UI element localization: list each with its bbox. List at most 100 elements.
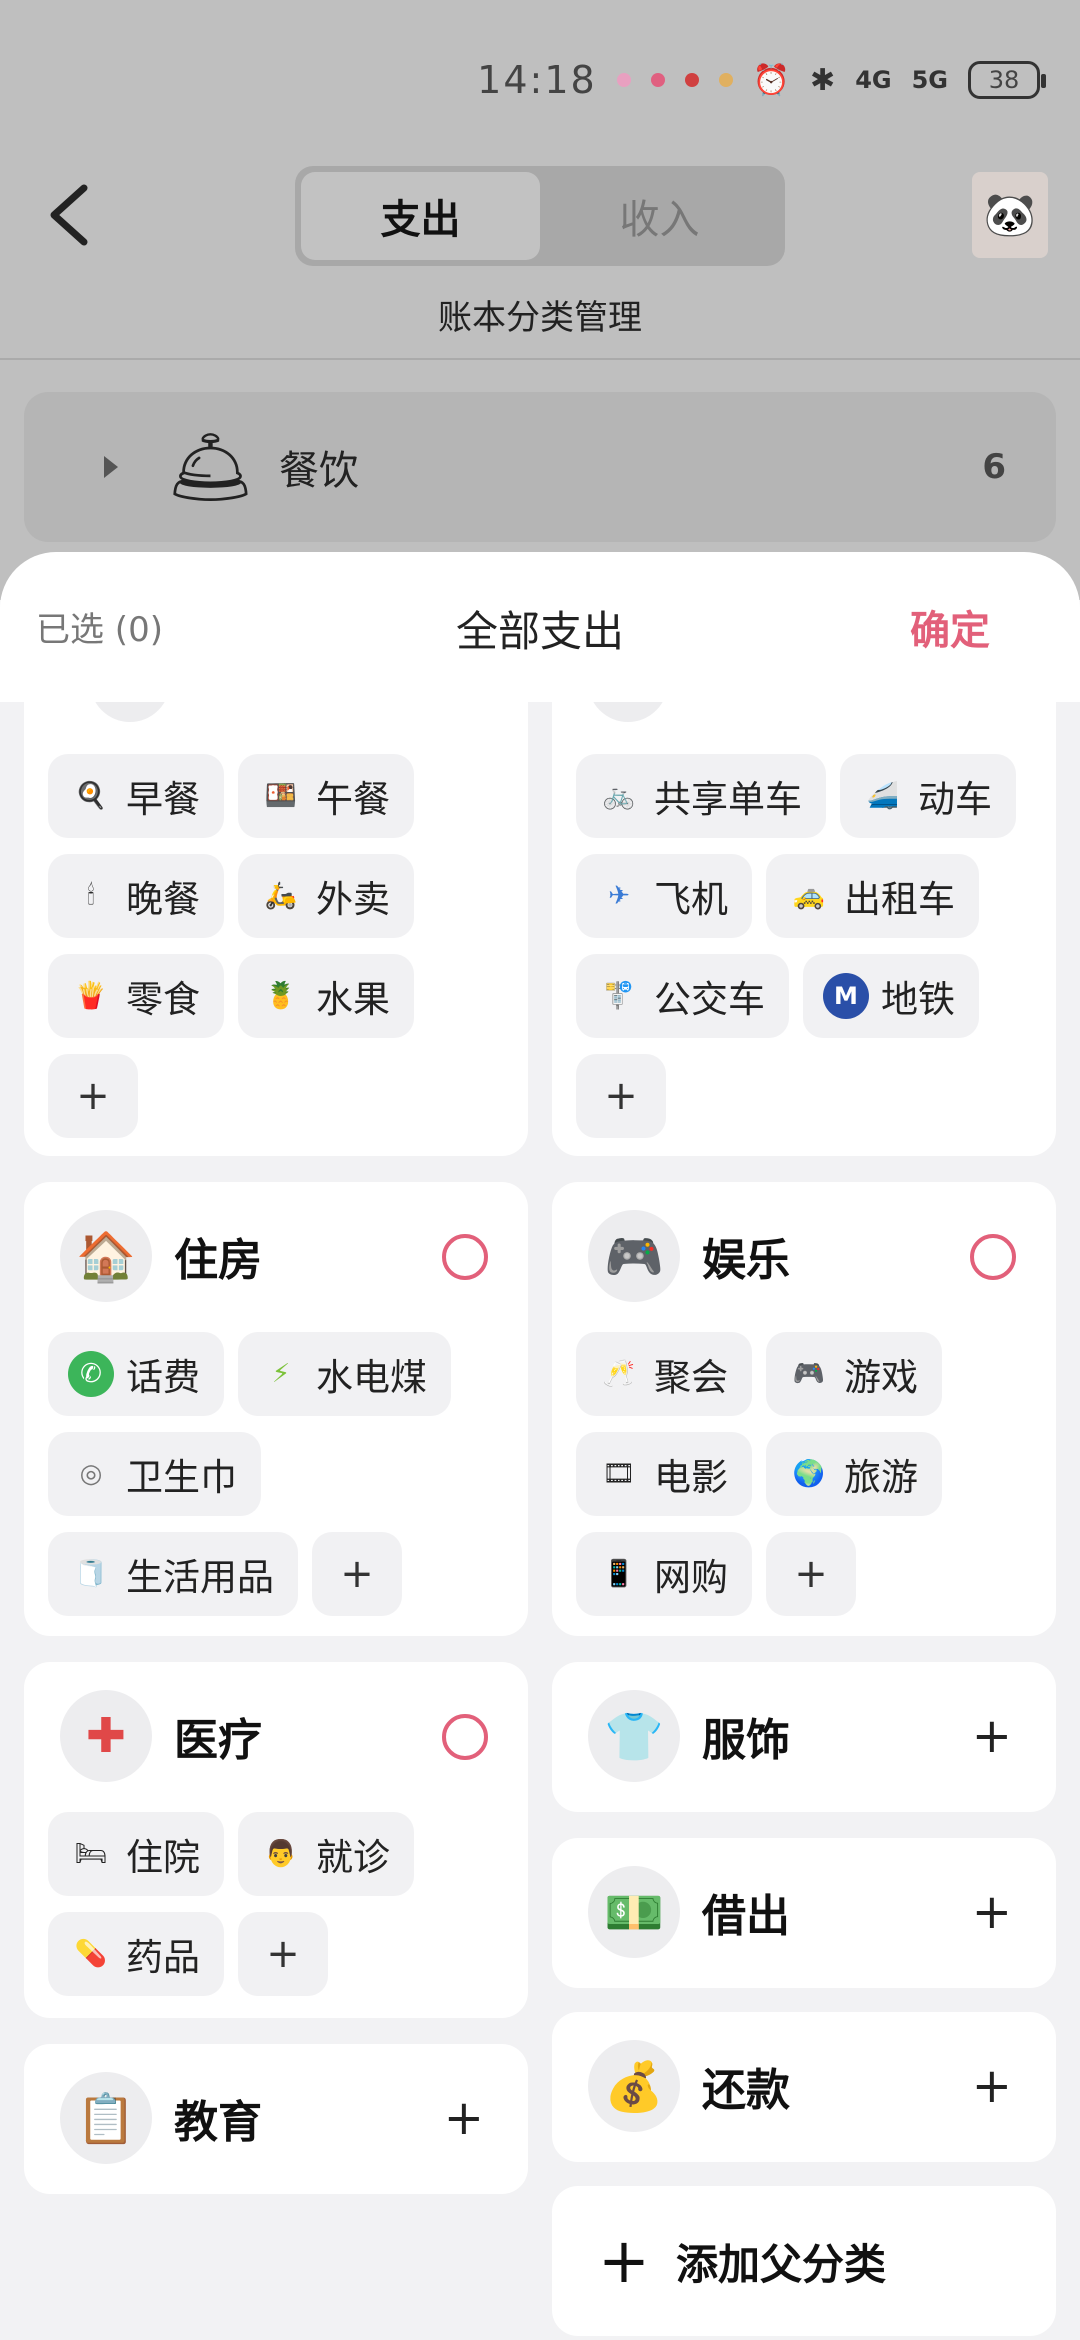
add-subcategory-button[interactable]: + xyxy=(238,1912,328,1996)
fruit-icon: 🍍 xyxy=(264,981,298,1011)
category-icon xyxy=(90,702,170,722)
status-bar: 14:18 ⏰ ✱ 4G 5G 38 xyxy=(477,50,1046,110)
chip-travel[interactable]: 🌍 旅游 xyxy=(766,1432,942,1516)
chip-online-shopping[interactable]: 📱 网购 xyxy=(576,1532,752,1616)
category-card-repayment[interactable]: 💰 还款 + xyxy=(552,2012,1056,2162)
divider xyxy=(0,358,1080,360)
category-icon xyxy=(588,702,668,722)
chip-snack[interactable]: 🍟 零食 xyxy=(48,954,224,1038)
category-card-entertainment: 🎮 娱乐 🥂 聚会 🎮 游戏 🎞 电影 🌍 旅游 📱 网购 + xyxy=(552,1182,1056,1636)
category-count: 6 xyxy=(982,447,1006,487)
add-subcategory-button[interactable]: + xyxy=(766,1532,856,1616)
notification-dot-icon xyxy=(718,73,733,87)
chip-phone-bill[interactable]: ✆ 话费 xyxy=(48,1332,224,1416)
cloche-icon: 🛎 xyxy=(166,425,255,508)
alarm-icon: ⏰ xyxy=(752,62,791,98)
add-subcategory-button[interactable]: + xyxy=(972,1888,1012,1936)
chip-shared-bike[interactable]: 🚲 共享单车 xyxy=(576,754,826,838)
confirm-button[interactable]: 确定 xyxy=(910,598,990,656)
category-title: 医疗 xyxy=(174,1715,262,1766)
add-parent-category-button[interactable]: + 添加父分类 xyxy=(552,2186,1056,2336)
phone-icon: ✆ xyxy=(68,1351,114,1397)
chip-movie[interactable]: 🎞 电影 xyxy=(576,1432,752,1516)
avatar[interactable]: 🐼 xyxy=(972,172,1048,258)
category-card-housing: 🏠 住房 ✆ 话费 ⚡ 水电煤 ◎ 卫生巾 🧻 生活用品 + xyxy=(24,1182,528,1636)
page-subtitle: 账本分类管理 xyxy=(438,298,642,338)
tab-expense[interactable]: 支出 xyxy=(301,172,540,260)
bluetooth-icon: ✱ xyxy=(810,62,836,98)
chip-fruit[interactable]: 🍍 水果 xyxy=(238,954,414,1038)
chip-dinner[interactable]: 🕯 晚餐 xyxy=(48,854,224,938)
pad-icon: ◎ xyxy=(79,1459,103,1489)
category-card-transport: 🚲 共享单车 🚄 动车 ✈ 飞机 🚕 出租车 🚏 公交车 M 地铁 + xyxy=(552,702,1056,1156)
category-card-lending[interactable]: 💵 借出 + xyxy=(552,1838,1056,1988)
travel-icon: 🌍 xyxy=(792,1459,826,1489)
blackboard-icon: 📋 xyxy=(60,2072,152,2164)
chip-medicine[interactable]: 💊 药品 xyxy=(48,1912,224,1996)
chip-utilities[interactable]: ⚡ 水电煤 xyxy=(238,1332,451,1416)
chip-metro[interactable]: M 地铁 xyxy=(803,954,979,1038)
chip-daily-goods[interactable]: 🧻 生活用品 xyxy=(48,1532,298,1616)
gamepad-icon: 🎮 xyxy=(588,1210,680,1302)
doctor-icon: 👨 xyxy=(264,1839,298,1869)
utilities-icon: ⚡ xyxy=(271,1359,291,1389)
hospital-bed-icon: 🛏 xyxy=(74,1839,108,1869)
background-app: 14:18 ⏰ ✱ 4G 5G 38 支出 收入 🐼 账本分类管理 🛎 餐饮 6 xyxy=(0,0,1080,600)
back-button[interactable] xyxy=(40,180,100,250)
network-5g-icon: 5G xyxy=(911,66,948,94)
chip-breakfast[interactable]: 🍳 早餐 xyxy=(48,754,224,838)
film-icon: 🎞 xyxy=(602,1459,636,1489)
category-row-catering[interactable]: 🛎 餐饮 6 xyxy=(24,392,1056,542)
chip-delivery[interactable]: 🛵 外卖 xyxy=(238,854,414,938)
expand-triangle-icon xyxy=(104,456,118,478)
category-title: 教育 xyxy=(174,2097,262,2148)
notification-dot-icon xyxy=(650,73,665,87)
add-subcategory-button[interactable]: + xyxy=(48,1054,138,1138)
chip-lunch[interactable]: 🍱 午餐 xyxy=(238,754,414,838)
chip-hospitalization[interactable]: 🛏 住院 xyxy=(48,1812,224,1896)
category-title: 服饰 xyxy=(702,1715,790,1766)
bike-icon: 🚲 xyxy=(602,781,636,811)
shopping-icon: 📱 xyxy=(602,1559,636,1589)
add-subcategory-button[interactable]: + xyxy=(312,1532,402,1616)
chip-bullet-train[interactable]: 🚄 动车 xyxy=(840,754,1016,838)
category-title: 住房 xyxy=(174,1235,262,1286)
taxi-icon: 🚕 xyxy=(792,881,826,911)
category-grid: 🍳 早餐 🍱 午餐 🕯 晚餐 🛵 外卖 🍟 零食 🍍 水果 + 🚲 共享单车 🚄… xyxy=(0,702,1080,2340)
money-bag-icon: 💰 xyxy=(588,2040,680,2132)
lunch-icon: 🍱 xyxy=(264,781,298,811)
chip-sanitary-pad[interactable]: ◎ 卫生巾 xyxy=(48,1432,261,1516)
first-aid-icon: ✚ xyxy=(60,1690,152,1782)
cheers-icon: 🥂 xyxy=(602,1359,636,1389)
chip-taxi[interactable]: 🚕 出租车 xyxy=(766,854,979,938)
category-card-medical: ✚ 医疗 🛏 住院 👨 就诊 💊 药品 + xyxy=(24,1662,528,2018)
category-name: 餐饮 xyxy=(278,448,359,494)
battery-icon: 38 xyxy=(968,61,1046,99)
add-subcategory-button[interactable]: + xyxy=(972,2062,1012,2110)
select-radio[interactable] xyxy=(970,1234,1016,1280)
shirt-icon: 👕 xyxy=(588,1690,680,1782)
notification-dot-icon xyxy=(684,73,699,87)
chip-plane[interactable]: ✈ 飞机 xyxy=(576,854,752,938)
dinner-icon: 🕯 xyxy=(87,880,95,911)
money-hand-icon: 💵 xyxy=(588,1866,680,1958)
category-card-education[interactable]: 📋 教育 + xyxy=(24,2044,528,2194)
plus-icon: + xyxy=(598,2224,650,2297)
pills-icon: 💊 xyxy=(74,1939,108,1969)
train-icon: 🚄 xyxy=(866,781,900,811)
add-subcategory-button[interactable]: + xyxy=(576,1054,666,1138)
house-icon: 🏠 xyxy=(60,1210,152,1302)
select-radio[interactable] xyxy=(442,1234,488,1280)
tab-income[interactable]: 收入 xyxy=(540,172,779,260)
add-subcategory-button[interactable]: + xyxy=(444,2094,484,2142)
add-subcategory-button[interactable]: + xyxy=(972,1712,1012,1760)
chip-game[interactable]: 🎮 游戏 xyxy=(766,1332,942,1416)
category-card-clothing[interactable]: 👕 服饰 + xyxy=(552,1662,1056,1812)
add-parent-label: 添加父分类 xyxy=(675,2239,886,2289)
plane-icon: ✈ xyxy=(608,881,630,911)
chip-clinic-visit[interactable]: 👨 就诊 xyxy=(238,1812,414,1896)
select-radio[interactable] xyxy=(442,1714,488,1760)
chip-bus[interactable]: 🚏 公交车 xyxy=(576,954,789,1038)
chip-party[interactable]: 🥂 聚会 xyxy=(576,1332,752,1416)
type-segmented-control: 支出 收入 xyxy=(295,166,785,266)
